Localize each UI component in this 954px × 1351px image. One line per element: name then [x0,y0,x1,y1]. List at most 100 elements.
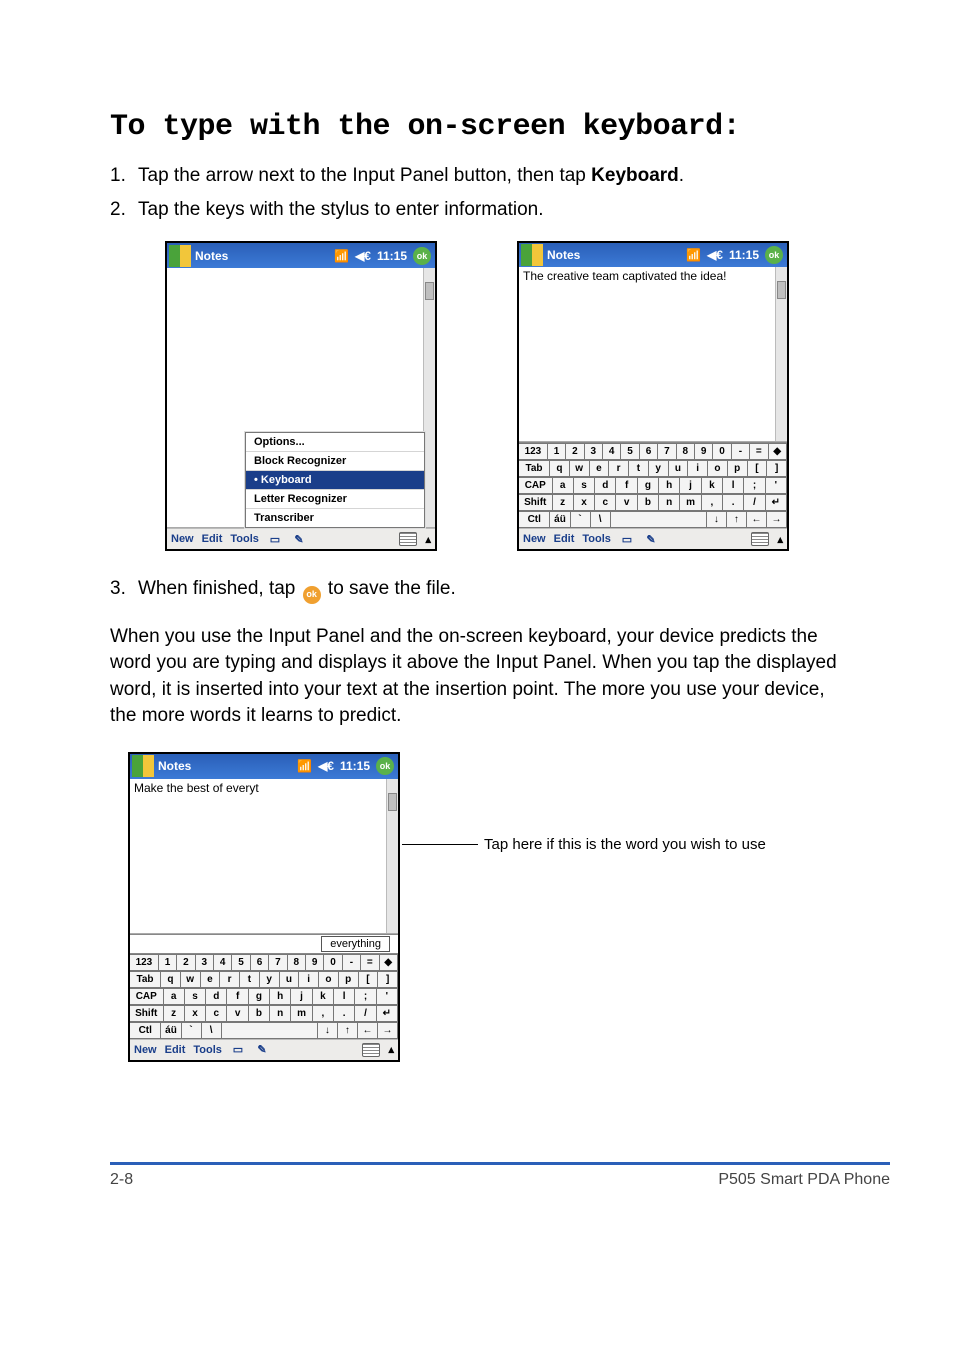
note-body-text[interactable]: Make the best of everyt [130,779,398,797]
osk-key[interactable]: c [206,1005,227,1022]
scrollbar[interactable] [386,779,398,933]
osk-key[interactable]: x [574,494,595,511]
osk-key[interactable]: q [550,460,570,477]
osk-key[interactable]: b [638,494,659,511]
osk-key[interactable]: ↑ [338,1022,358,1039]
osk-key[interactable]: n [270,1005,291,1022]
osk-key[interactable]: i [299,971,319,988]
signal-icon[interactable]: 📶 [297,759,312,773]
osk-key[interactable]: ◆ [380,954,398,971]
osk-key[interactable]: Ctl [519,511,550,528]
osk-key[interactable]: i [688,460,708,477]
signal-icon[interactable]: 📶 [334,249,349,263]
osk-key[interactable]: e [590,460,610,477]
sip-arrow-icon[interactable]: ▴ [425,533,431,546]
osk-key[interactable]: d [206,988,227,1005]
scroll-thumb[interactable] [777,281,786,299]
osk-key[interactable]: / [744,494,765,511]
osk-key[interactable]: r [220,971,240,988]
osk-key[interactable]: ; [744,477,765,494]
osk-key[interactable]: - [732,443,750,460]
osk-key[interactable]: 8 [288,954,306,971]
osk-key[interactable]: ' [766,477,787,494]
osk-key[interactable]: \ [591,511,611,528]
osk-key[interactable]: / [355,1005,376,1022]
osk-key[interactable]: ↑ [727,511,747,528]
osk-key[interactable]: ← [747,511,767,528]
osk-key[interactable]: ↓ [318,1022,338,1039]
speaker-icon[interactable]: ◀€ [318,759,334,773]
osk-key[interactable]: g [638,477,659,494]
osk-key[interactable]: 3 [585,443,603,460]
osk-key[interactable]: h [270,988,291,1005]
osk-key[interactable]: q [161,971,181,988]
osk-key[interactable]: s [574,477,595,494]
osk-key[interactable]: 1 [548,443,566,460]
osk-key[interactable]: 7 [658,443,676,460]
scroll-thumb[interactable] [388,793,397,811]
osk-key[interactable]: 9 [306,954,324,971]
osk-key[interactable]: f [227,988,248,1005]
osk-key[interactable]: s [185,988,206,1005]
speaker-icon[interactable]: ◀€ [707,248,723,262]
osk-key[interactable]: ` [571,511,591,528]
menu-keyboard[interactable]: • Keyboard [246,470,424,489]
pen-icon[interactable]: ✎ [291,531,307,547]
start-icon[interactable] [521,244,543,266]
cassette-icon[interactable]: ▭ [619,531,635,547]
osk-key[interactable]: 2 [177,954,195,971]
osk-key[interactable]: g [249,988,270,1005]
osk-key[interactable]: 0 [324,954,342,971]
ok-button[interactable]: ok [376,757,394,775]
osk-key[interactable]: = [750,443,768,460]
osk-key[interactable]: Tab [519,460,550,477]
osk-key[interactable]: 123 [519,443,548,460]
osk-key[interactable]: z [164,1005,185,1022]
osk-key[interactable]: → [378,1022,398,1039]
osk-key[interactable]: r [609,460,629,477]
osk-key[interactable]: - [343,954,361,971]
osk-key[interactable]: ` [182,1022,202,1039]
osk-key[interactable]: 1 [159,954,177,971]
start-icon[interactable] [169,245,191,267]
osk-key[interactable]: h [659,477,680,494]
osk-key[interactable]: ] [767,460,787,477]
sip-toggle-icon[interactable] [751,532,769,546]
cassette-icon[interactable]: ▭ [230,1042,246,1058]
osk-key[interactable]: 123 [130,954,159,971]
osk-key[interactable]: ; [355,988,376,1005]
osk-key[interactable]: áü [550,511,570,528]
osk-key[interactable]: 3 [196,954,214,971]
osk-key[interactable]: z [553,494,574,511]
pen-icon[interactable]: ✎ [643,531,659,547]
osk-key[interactable]: 6 [640,443,658,460]
osk-key[interactable]: l [334,988,355,1005]
osk-key[interactable]: p [339,971,359,988]
osk-key[interactable]: → [767,511,787,528]
osk-key[interactable]: o [708,460,728,477]
osk-key[interactable]: ← [358,1022,378,1039]
osk-key[interactable]: u [280,971,300,988]
osk-key[interactable]: 8 [677,443,695,460]
sip-arrow-icon[interactable]: ▴ [777,533,783,546]
osk-key[interactable]: ◆ [769,443,787,460]
start-icon[interactable] [132,755,154,777]
osk-key[interactable]: k [313,988,334,1005]
osk-key[interactable]: m [680,494,701,511]
toolbar-tools[interactable]: Tools [193,1044,222,1056]
scrollbar[interactable] [775,267,787,441]
osk-key[interactable]: 2 [566,443,584,460]
osk-key[interactable]: CAP [130,988,164,1005]
osk-key[interactable]: \ [202,1022,222,1039]
osk-key[interactable]: x [185,1005,206,1022]
osk-key[interactable]: ↵ [377,1005,398,1022]
osk-key[interactable] [611,511,707,528]
osk-key[interactable]: o [319,971,339,988]
osk-key[interactable]: y [260,971,280,988]
osk-key[interactable]: d [595,477,616,494]
menu-block-recognizer[interactable]: Block Recognizer [246,451,424,470]
osk-key[interactable]: ' [377,988,398,1005]
osk-key[interactable]: w [181,971,201,988]
osk-key[interactable]: w [570,460,590,477]
sip-toggle-icon[interactable] [399,532,417,546]
